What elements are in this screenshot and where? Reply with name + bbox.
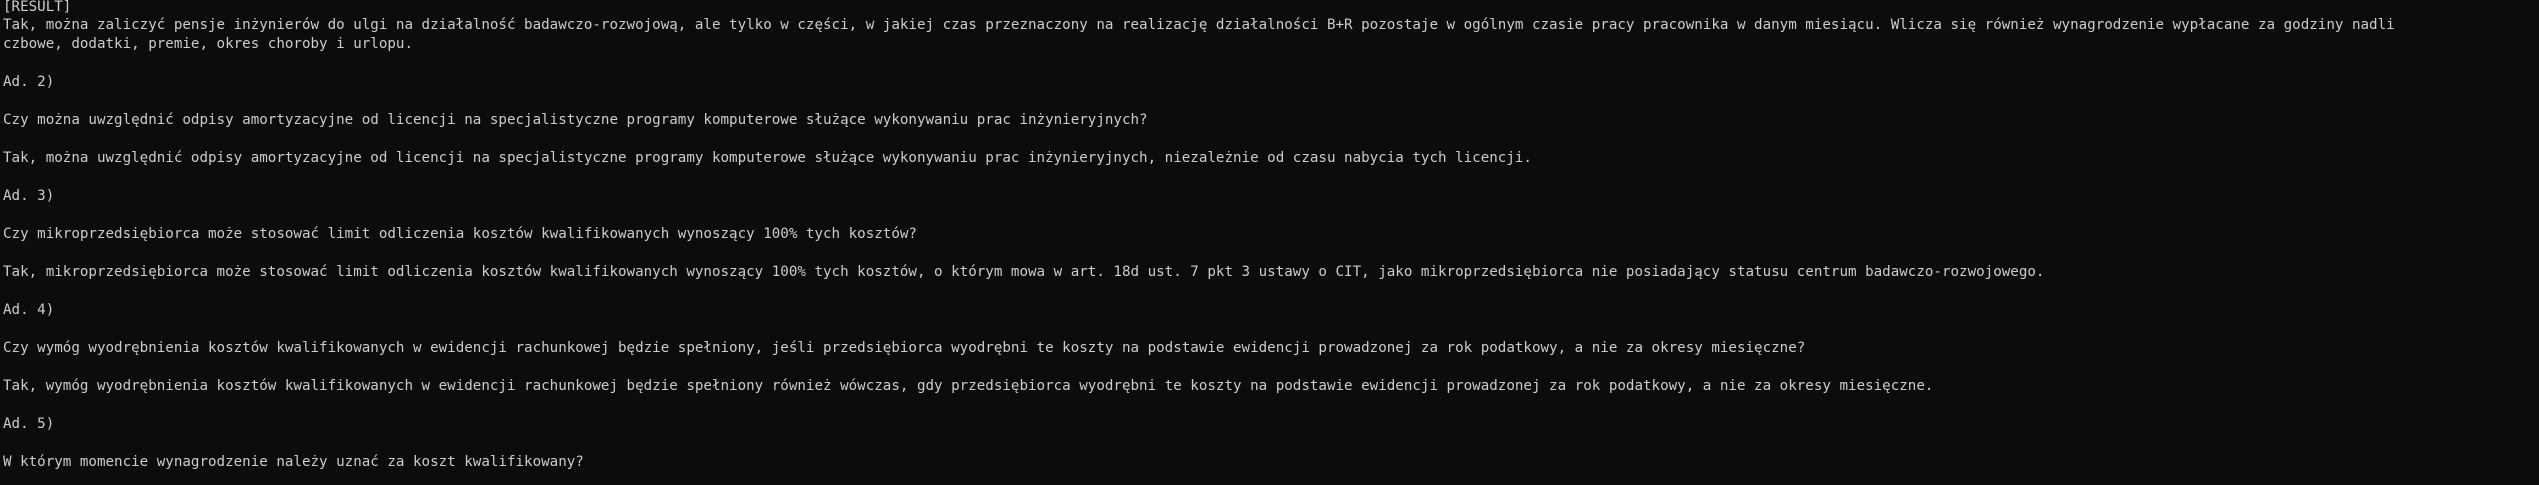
question-3: Czy mikroprzedsiębiorca może stosować li…: [3, 226, 917, 242]
terminal-output: [RESULT] Tak, można zaliczyć pensje inży…: [0, 0, 2539, 485]
answer-3: Tak, mikroprzedsiębiorca może stosować l…: [3, 264, 2045, 280]
answer-2: Tak, można uwzględnić odpisy amortyzacyj…: [3, 150, 1532, 166]
section-heading-3: Ad. 3): [3, 188, 55, 204]
question-2: Czy można uwzględnić odpisy amortyzacyjn…: [3, 112, 1148, 128]
question-5: W którym momencie wynagrodzenie należy u…: [3, 454, 584, 470]
question-4: Czy wymóg wyodrębnienia kosztów kwalifik…: [3, 340, 1806, 356]
result-header: [RESULT]: [3, 0, 72, 15]
answer-4: Tak, wymóg wyodrębnienia kosztów kwalifi…: [3, 378, 1934, 394]
section-heading-4: Ad. 4): [3, 302, 55, 318]
section-heading-5: Ad. 5): [3, 416, 55, 432]
section-heading-2: Ad. 2): [3, 74, 55, 90]
answer-1-line-2: czbowe, dodatki, premie, okres choroby i…: [3, 36, 413, 52]
answer-1-line-1: Tak, można zaliczyć pensje inżynierów do…: [3, 17, 2395, 33]
